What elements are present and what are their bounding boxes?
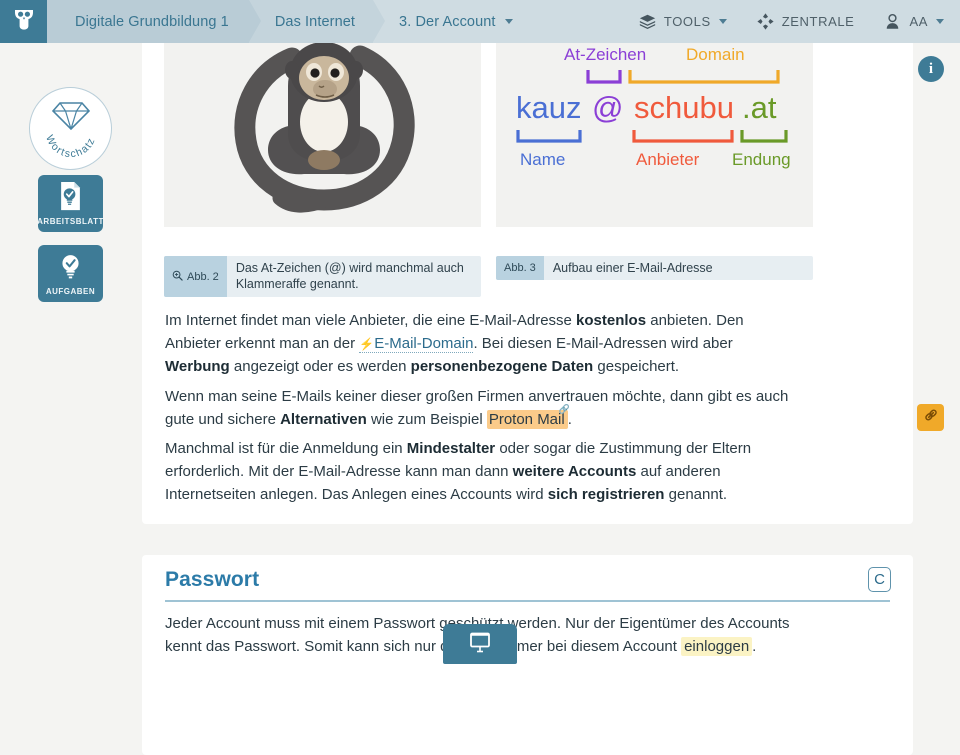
p3-bold-mindestalter: Mindestalter: [406, 440, 496, 457]
word-name: kauz: [516, 90, 581, 125]
app-logo[interactable]: [0, 0, 59, 43]
content-card-passwort: Passwort C Jeder Account muss mit einem …: [142, 555, 913, 755]
label-name: Name: [520, 150, 565, 169]
paragraph-providers: Im Internet findet man viele Anbieter, d…: [165, 310, 800, 379]
word-at: @: [592, 90, 623, 125]
word-tld: .at: [742, 90, 777, 125]
paragraph-alternatives: Wenn man seine E-Mails keiner dieser gro…: [165, 386, 800, 432]
figure-2-tag-label: Abb. 2: [187, 270, 219, 283]
p2-seg2: wie zum Beispiel: [366, 410, 487, 428]
highlight-einloggen-label: einloggen: [684, 638, 750, 656]
wortschatz-circular-label: Wortschatz: [43, 133, 98, 160]
p3-seg4: genannt.: [664, 485, 728, 503]
tools-menu[interactable]: TOOLS: [639, 13, 727, 30]
worksheet-bulb-icon: [57, 181, 84, 216]
p1-bold-kostenlos: kostenlos: [576, 312, 647, 329]
chevron-down-icon: [504, 19, 513, 24]
p1-seg5: gespeichert.: [593, 357, 680, 375]
highlight-proton-mail[interactable]: Proton Mail 🔗: [486, 404, 570, 429]
p1-bold-werbung: Werbung: [165, 357, 230, 375]
label-domain: Domain: [686, 45, 745, 64]
figure-2-caption-text: Das At-Zeichen (@) wird manchmal auch Kl…: [235, 261, 464, 291]
top-navigation-bar: Digitale Grundbildung 1 Das Internet 3. …: [0, 0, 960, 43]
page-title-passwort: Passwort: [165, 568, 260, 591]
top-bar-actions: TOOLS ZENTRALE AA: [639, 0, 960, 43]
figure-2-tag[interactable]: Abb. 2: [164, 256, 227, 298]
breadcrumb-item-section[interactable]: 3. Der Account: [373, 0, 527, 43]
presentation-screen-icon: [467, 629, 493, 660]
layers-icon: [639, 13, 656, 30]
section-divider: [165, 600, 890, 602]
wortschatz-button[interactable]: Wortschatz: [29, 87, 112, 170]
p1-seg4: angezeigt oder es werden: [229, 357, 411, 375]
word-provider: schubu: [634, 90, 734, 125]
arbeitsblatt-label: ARBEITSBLATT: [37, 217, 104, 226]
info-button[interactable]: i: [918, 56, 944, 82]
bulb-check-icon: [57, 251, 84, 286]
p1-seg1: Im Internet findet man viele Anbieter, d…: [165, 312, 577, 329]
breadcrumb-label: Digitale Grundbildung 1: [75, 13, 229, 30]
lightning-bolt-icon: ⚡: [359, 336, 375, 351]
breadcrumb-label: Das Internet: [274, 13, 356, 30]
zentrale-link[interactable]: ZENTRALE: [757, 13, 855, 30]
figure-2-caption: Abb. 2 Das At-Zeichen (@) wird manchmal …: [164, 256, 481, 298]
label-endung: Endung: [732, 150, 791, 169]
aufgaben-label: AUFGABEN: [45, 287, 96, 296]
breadcrumb-item-course[interactable]: Digitale Grundbildung 1: [47, 0, 261, 43]
figure-3-caption: Abb. 3 Aufbau einer E-Mail-Adresse: [496, 256, 813, 280]
zentrale-label: ZENTRALE: [781, 14, 855, 29]
link-resources-button[interactable]: [917, 404, 944, 431]
info-icon: i: [928, 60, 934, 77]
user-initials: AA: [909, 14, 928, 29]
highlight-einloggen[interactable]: einloggen: [681, 637, 753, 657]
user-account-menu[interactable]: AA: [884, 13, 944, 30]
user-avatar-icon: [884, 13, 901, 30]
owl-logo-icon: [12, 7, 36, 36]
p2-bold-alternativen: Alternativen: [280, 410, 367, 428]
pw-seg2: .: [752, 638, 757, 656]
highlight-proton-mail-label: Proton Mail: [488, 410, 565, 428]
p1-bold-daten: personenbezogene Daten: [410, 357, 594, 375]
breadcrumb-item-chapter[interactable]: Das Internet: [248, 0, 386, 43]
burst-icon: [757, 13, 774, 30]
svg-text:Wortschatz: Wortschatz: [43, 133, 98, 160]
label-anbieter: Anbieter: [636, 150, 700, 169]
link-pin-icon: 🔗: [558, 403, 570, 414]
paragraph-registration: Manchmal ist für die Anmeldung ein Minde…: [165, 438, 800, 507]
presentation-mode-button[interactable]: [443, 624, 517, 664]
content-card-email: Abb. 2 Das At-Zeichen (@) wird manchmal …: [142, 0, 913, 524]
figure-3-tag[interactable]: Abb. 3: [496, 256, 544, 280]
tools-label: TOOLS: [663, 14, 711, 29]
figure-3-caption-text: Aufbau einer E-Mail-Adresse: [552, 261, 713, 275]
competence-badge[interactable]: C: [868, 567, 891, 592]
aufgaben-button[interactable]: AUFGABEN: [38, 245, 103, 302]
magnifier-plus-icon: [172, 270, 183, 284]
glossary-link-label: E-Mail-Domain: [374, 334, 474, 352]
chain-link-icon: [923, 407, 939, 428]
p3-seg1: Manchmal ist für die Anmeldung ein: [165, 440, 407, 457]
label-at-zeichen: At-Zeichen: [564, 45, 646, 64]
breadcrumb-label: 3. Der Account: [399, 13, 496, 30]
chevron-down-icon: [936, 19, 944, 24]
left-tool-rail: Wortschatz ARBEITSBLATT AUFGABEN: [0, 43, 142, 658]
p3-bold-registrieren: sich registrieren: [547, 485, 665, 503]
p1-seg3: . Bei diesen E-Mail-Adressen wird aber: [473, 334, 733, 352]
glossary-link-email-domain[interactable]: ⚡E-Mail-Domain: [359, 334, 474, 353]
arbeitsblatt-button[interactable]: ARBEITSBLATT: [37, 175, 104, 232]
p3-bold-accounts: weitere Accounts: [512, 462, 637, 480]
chevron-down-icon: [718, 19, 727, 24]
figure-3-tag-label: Abb. 3: [504, 262, 536, 274]
